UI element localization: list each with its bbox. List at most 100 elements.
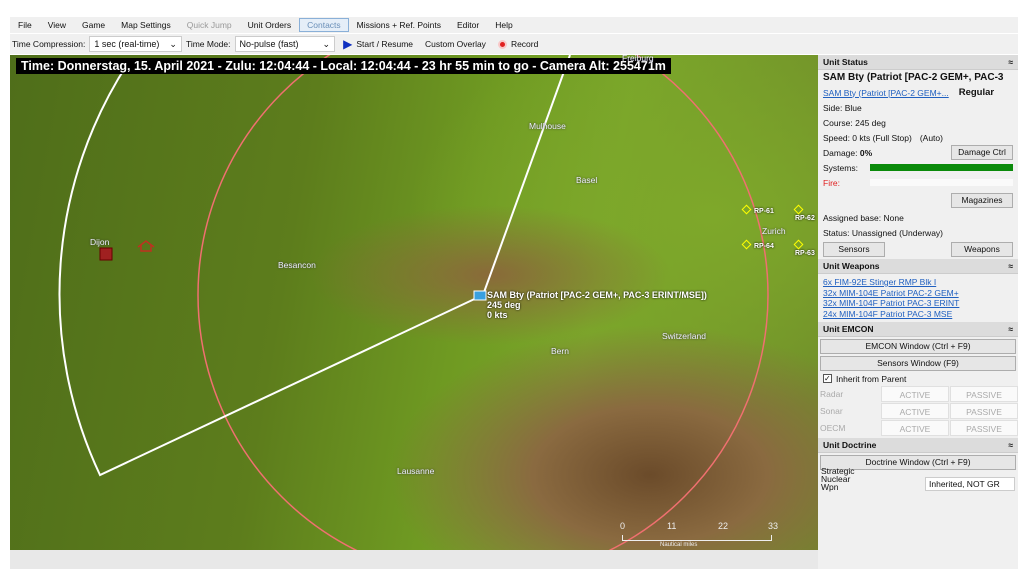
- menu-map-settings[interactable]: Map Settings: [113, 18, 179, 32]
- collapse-icon[interactable]: ≈: [1008, 57, 1013, 67]
- magazines-button[interactable]: Magazines: [951, 192, 1013, 208]
- unit-class-row: SAM Bty (Patriot [PAC-2 GEM+... Regular: [818, 85, 1018, 100]
- fire-row: Fire:: [818, 175, 1018, 190]
- course: Course: 245 deg: [823, 117, 886, 128]
- collapse-icon[interactable]: ≈: [1008, 440, 1013, 450]
- reference-point[interactable]: RP-63: [795, 241, 818, 257]
- airbase-icon[interactable]: [99, 247, 113, 261]
- sensors-button[interactable]: Sensors: [823, 242, 885, 257]
- oecm-passive-button[interactable]: PASSIVE: [950, 420, 1018, 436]
- assigned-base: Assigned base: None: [823, 212, 904, 223]
- menu-bar: File View Game Map Settings Quick Jump U…: [10, 17, 1018, 33]
- side: Side: Blue: [823, 102, 862, 113]
- menu-editor[interactable]: Editor: [449, 18, 487, 32]
- unit-doctrine-header[interactable]: Unit Doctrine ≈: [818, 438, 1018, 453]
- nuclear-row: Strategic Nuclear Wpn Inherited, NOT GR: [818, 466, 1018, 492]
- menu-contacts[interactable]: Contacts: [299, 18, 349, 32]
- reference-point[interactable]: RP-62: [795, 206, 818, 222]
- menu-help[interactable]: Help: [487, 18, 520, 32]
- menu-quick-jump[interactable]: Quick Jump: [179, 18, 240, 32]
- start-label: Start / Resume: [356, 39, 413, 49]
- reference-point[interactable]: RP-61: [743, 206, 774, 215]
- scale-line: [622, 535, 772, 541]
- nuclear-select[interactable]: Inherited, NOT GR: [925, 477, 1015, 491]
- unit-class-link[interactable]: SAM Bty (Patriot [PAC-2 GEM+...: [823, 88, 949, 98]
- unit-emcon-header[interactable]: Unit EMCON ≈: [818, 322, 1018, 337]
- sensor-weapon-row: Sensors Weapons: [818, 240, 1018, 259]
- radar-passive-button[interactable]: PASSIVE: [950, 386, 1018, 402]
- unit-panel: Unit Status ≈ SAM Bty (Patriot [PAC-2 GEM…: [818, 55, 1018, 569]
- scale-unit: Nautical miles: [660, 542, 698, 548]
- emcon-window-button[interactable]: EMCON Window (Ctrl + F9): [820, 339, 1016, 354]
- unit-icon[interactable]: [473, 290, 487, 301]
- scale-tick: 0: [620, 521, 626, 531]
- time-mode-value: No-pulse (fast): [239, 39, 299, 49]
- proficiency: Regular: [958, 87, 995, 98]
- unit-course: 245 deg: [487, 300, 521, 310]
- menu-missions[interactable]: Missions + Ref. Points: [349, 18, 449, 32]
- collapse-icon[interactable]: ≈: [1008, 261, 1013, 271]
- city-label: Dijon: [90, 237, 110, 247]
- play-icon: ▶: [343, 37, 353, 51]
- speed: Speed: 0 kts (Full Stop): [823, 132, 912, 143]
- weapon-link[interactable]: 32x MIM-104E Patriot PAC-2 GEM+: [823, 288, 959, 298]
- time-compression-select[interactable]: 1 sec (real-time) ⌄: [89, 36, 182, 52]
- fire-label: Fire:: [823, 177, 840, 188]
- inherit-checkbox[interactable]: ✓: [823, 374, 832, 383]
- speed-mode: (Auto): [919, 132, 943, 143]
- menu-view[interactable]: View: [40, 18, 74, 32]
- time-compression-value: 1 sec (real-time): [94, 39, 160, 49]
- section-title: Unit Doctrine: [823, 440, 877, 450]
- emcon-label: Radar: [820, 389, 844, 399]
- custom-overlay-button[interactable]: Custom Overlay: [421, 39, 490, 49]
- damage-ctrl-button[interactable]: Damage Ctrl: [951, 145, 1013, 160]
- city-label: Zurich: [762, 226, 786, 236]
- emcon-label: Sonar: [820, 406, 843, 416]
- section-title: Unit Weapons: [823, 261, 880, 271]
- scale-tick: 11: [667, 521, 677, 531]
- sonar-passive-button[interactable]: PASSIVE: [950, 403, 1018, 419]
- radar-active-button[interactable]: ACTIVE: [881, 386, 949, 402]
- time-mode-label: Time Mode:: [185, 39, 231, 49]
- section-title: Unit Status: [823, 57, 868, 67]
- start-resume-button[interactable]: ▶ Start / Resume: [339, 37, 417, 51]
- weapons-button[interactable]: Weapons: [951, 242, 1013, 257]
- city-label: Freiburg: [622, 55, 654, 63]
- scale-bar: 0 11 22 33 Nautical miles: [620, 521, 780, 549]
- menu-unit-orders[interactable]: Unit Orders: [240, 18, 299, 32]
- unit-label[interactable]: SAM Bty (Patriot [PAC-2 GEM+, PAC-3 ERIN…: [487, 290, 707, 320]
- systems-row: Systems:: [818, 160, 1018, 175]
- weapon-link[interactable]: 32x MIM-104F Patriot PAC-3 ERINT: [823, 298, 959, 308]
- menu-game[interactable]: Game: [74, 18, 113, 32]
- menu-file[interactable]: File: [10, 18, 40, 32]
- time-bar: Time: Donnerstag, 15. April 2021 - Zulu:…: [16, 58, 671, 74]
- sector-arc: [58, 59, 484, 477]
- time-mode-select[interactable]: No-pulse (fast) ⌄: [234, 36, 336, 52]
- chevron-down-icon: ⌄: [322, 38, 331, 49]
- unit-name: SAM Bty (Patriot [PAC-2 GEM+, PAC-3: [823, 72, 1004, 83]
- oecm-active-button[interactable]: ACTIVE: [881, 420, 949, 436]
- systems-bar: [870, 164, 1013, 171]
- collapse-icon[interactable]: ≈: [1008, 324, 1013, 334]
- map-view[interactable]: Time: Donnerstag, 15. April 2021 - Zulu:…: [10, 55, 818, 550]
- facility-icon[interactable]: [137, 240, 155, 252]
- unit-weapons-header[interactable]: Unit Weapons ≈: [818, 259, 1018, 274]
- damage-label: Damage:: [823, 147, 858, 158]
- unit-status-header[interactable]: Unit Status ≈: [818, 55, 1018, 70]
- emcon-grid: Radar ACTIVE PASSIVE Sonar ACTIVE PASSIVE OE…: [818, 386, 1018, 436]
- unit-speed: 0 kts: [487, 310, 508, 320]
- chevron-down-icon: ⌄: [169, 38, 177, 49]
- sensors-window-button[interactable]: Sensors Window (F9): [820, 356, 1016, 371]
- nuclear-label: Strategic Nuclear Wpn: [821, 466, 855, 492]
- record-button[interactable]: Record: [494, 39, 542, 49]
- scale-tick: 33: [768, 521, 779, 531]
- reference-point[interactable]: RP-64: [743, 241, 774, 250]
- city-label: Mulhouse: [529, 121, 566, 131]
- section-title: Unit EMCON: [823, 324, 874, 334]
- city-label: Lausanne: [397, 466, 435, 476]
- time-compression-label: Time Compression:: [12, 39, 86, 49]
- weapon-link[interactable]: 24x MIM-104F Patriot PAC-3 MSE: [823, 309, 952, 319]
- fire-bar: [870, 179, 1013, 186]
- weapon-link[interactable]: 6x FIM-92E Stinger RMP Blk I: [823, 277, 936, 287]
- sonar-active-button[interactable]: ACTIVE: [881, 403, 949, 419]
